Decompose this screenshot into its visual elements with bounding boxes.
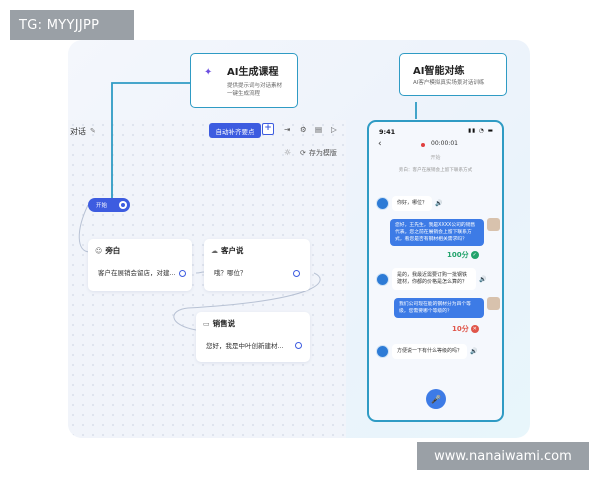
score-text: 100分 xyxy=(447,251,469,259)
node-sales[interactable]: ▭ 销售说 您好，我是中叶创新建材... xyxy=(196,312,310,362)
user-avatar xyxy=(487,218,500,231)
sparkle-icon: ✦ xyxy=(204,67,213,78)
system-note: 旁白：客户在展销会上留下联系方式 xyxy=(398,168,473,173)
node-title: 旁白 xyxy=(105,246,121,255)
node-text: 您好，我是中叶创新建材... xyxy=(206,342,284,350)
message-ai: 你好，哪位？ 🔊 xyxy=(376,196,443,211)
node-customer[interactable]: ☁ 客户说 哦？哪位？ xyxy=(204,239,310,291)
node-port[interactable] xyxy=(295,342,302,349)
speaker-icon[interactable]: 🔊 xyxy=(470,348,477,355)
score-badge-good: 100分 ✓ xyxy=(447,250,479,260)
node-title: 销售说 xyxy=(212,319,236,328)
callout-title: AI生成课程 xyxy=(227,67,279,78)
start-divider: 开始 xyxy=(430,155,441,161)
callout-desc: 提供提示词与对话素材 xyxy=(227,83,283,89)
callout-title: AI智能对练 xyxy=(413,66,465,77)
node-port[interactable] xyxy=(293,270,300,277)
phone-mockup: 9:41 ▮▮ ◔ ▬ ‹ 00:00:01 开始 旁白：客户在展销会上留下联系… xyxy=(367,120,504,422)
user-avatar xyxy=(487,297,500,310)
ai-avatar xyxy=(376,197,389,210)
node-title: 客户说 xyxy=(221,246,244,255)
speaker-icon[interactable]: 🔊 xyxy=(435,200,442,207)
customer-icon: ☁ xyxy=(211,246,218,255)
message-text: 你好，哪位？ xyxy=(392,196,433,211)
narration-icon: ☺ xyxy=(95,246,103,255)
node-narration[interactable]: ☺ 旁白 客户在展销会留店，对建... xyxy=(88,239,192,291)
callout-desc: 一键生成流程 xyxy=(227,91,261,97)
message-ai: 是的，我最近需要订购一批钢铁建材，你都的价格是怎么算的？ 🔊 xyxy=(376,268,486,290)
mic-icon: 🎤 xyxy=(431,394,441,404)
clock: 9:41 xyxy=(379,128,396,136)
score-text: 10分 xyxy=(452,325,469,333)
score-icon: ✕ xyxy=(470,325,479,333)
sales-icon: ▭ xyxy=(203,319,210,328)
message-user: 您好，王先生，我是XXXX公司的销售代表。您之前在展销会上留下联系方式，看您是否… xyxy=(390,219,484,246)
score-icon: ✓ xyxy=(470,251,479,259)
score-badge-bad: 10分 ✕ xyxy=(452,324,479,334)
callout-ai-practice: AI智能对练 AI客户模拟真实场景对话训练 xyxy=(399,53,507,96)
node-port[interactable] xyxy=(179,270,186,277)
ai-avatar xyxy=(376,345,389,358)
start-label: 开始 xyxy=(96,203,108,209)
edge-narration-customer xyxy=(195,271,205,274)
message-user: 我们公司现在能的钢材分为四个等级，您需要哪个等级的？ xyxy=(394,298,484,318)
signal-icon: ▮▮ ◔ ▬ xyxy=(468,128,494,134)
callout-connector-left xyxy=(111,82,190,198)
back-icon[interactable]: ‹ xyxy=(378,139,382,149)
watermark-bottom: www.nanaiwami.com xyxy=(417,442,589,470)
message-ai: 方便说一下有什么等级的吗？ 🔊 xyxy=(376,344,478,359)
mic-button[interactable]: 🎤 xyxy=(426,389,446,409)
promo-card: 对话 ✎ 自动补齐要点 + ⇥ ⚙ ▤ ▷ ☼ ⟳ 存为模版 开始 ☺ 旁白 客户… xyxy=(68,40,530,438)
ai-avatar xyxy=(376,272,389,286)
speaker-icon[interactable]: 🔊 xyxy=(479,276,486,283)
node-text: 客户在展销会留店，对建... xyxy=(98,269,176,277)
callout-desc: AI客户模拟真实场景对话训练 xyxy=(413,80,485,86)
message-text: 方便说一下有什么等级的吗？ xyxy=(392,344,468,359)
record-icon xyxy=(421,143,425,147)
watermark-top: TG: MYYJJPP xyxy=(10,10,134,40)
message-text: 是的，我最近需要订购一批钢铁建材，你都的价格是怎么算的？ xyxy=(392,268,476,290)
start-node[interactable]: 开始 xyxy=(88,198,130,212)
callout-ai-course: AI生成课程 ✦ 提供提示词与对话素材 一键生成流程 xyxy=(190,53,298,108)
start-port[interactable] xyxy=(119,201,127,209)
call-timer: 00:00:01 xyxy=(431,140,458,147)
phone-status-bar: 9:41 ▮▮ ◔ ▬ xyxy=(369,122,502,136)
